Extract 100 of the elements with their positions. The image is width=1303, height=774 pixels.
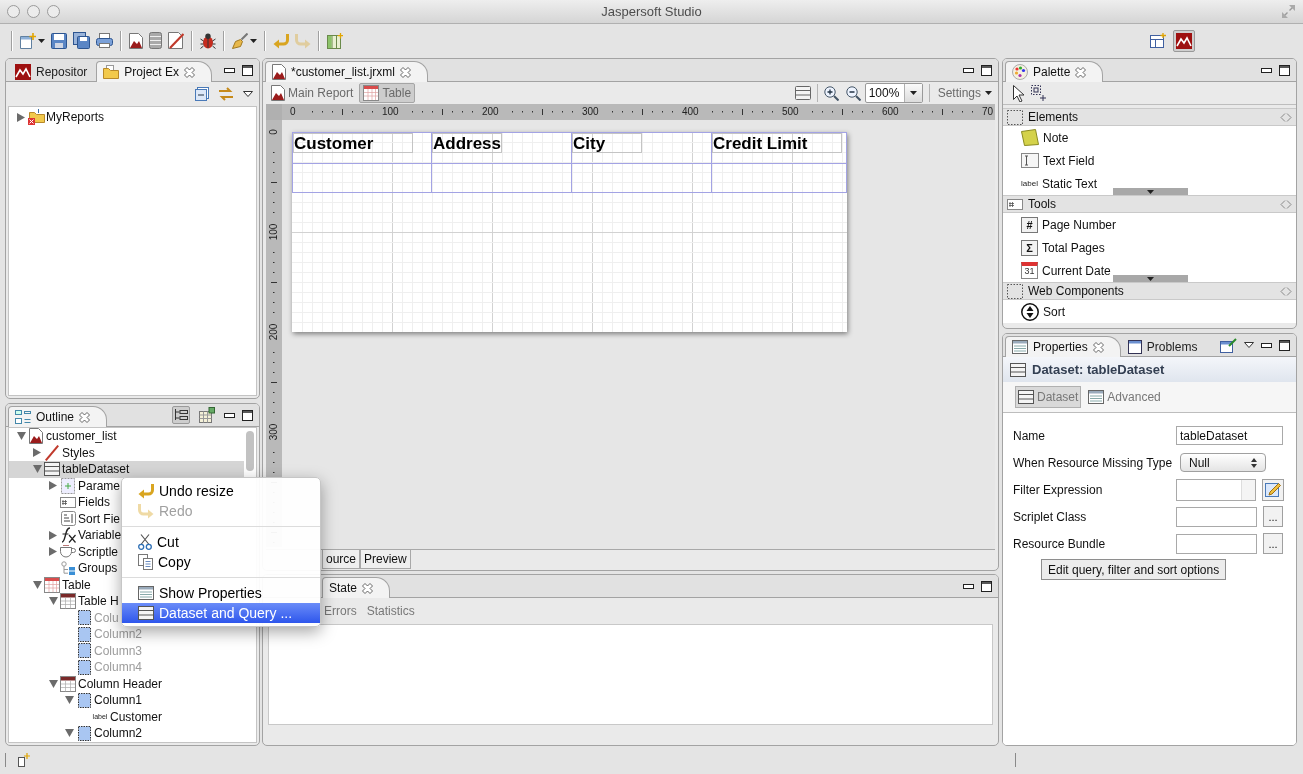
perspective-button[interactable] [1173,29,1195,52]
settings-button[interactable]: Settings [935,84,994,102]
filter-tab[interactable]: Statistics [364,602,417,620]
disclosure-triangle-icon[interactable] [49,481,57,491]
disclosure-triangle-icon[interactable] [48,597,58,606]
panel-tab[interactable]: Outline [8,406,108,427]
breadcrumb-button[interactable]: Main Report [267,83,358,103]
caret-icon[interactable] [38,38,45,43]
editor-tab[interactable]: Preview [360,550,411,569]
zoom-out-icon[interactable] [845,85,861,101]
report-file-icon[interactable] [129,32,143,49]
maximize-icon[interactable] [1279,339,1290,351]
tree-item[interactable]: Fields [48,494,110,511]
maximize-icon[interactable] [1279,64,1290,76]
static-text-field[interactable]: Customer [293,133,413,153]
pin-icon[interactable] [1220,337,1237,353]
panel-tab[interactable]: State [322,577,391,598]
tree-item[interactable]: Groups [48,560,118,577]
tree-item[interactable]: Column1 [64,692,143,709]
tree-item[interactable]: Table H [48,593,119,610]
pointer-icon[interactable] [1013,84,1024,102]
toggle-button[interactable] [172,406,190,424]
tree-item[interactable]: MyReports [16,109,104,126]
text-field[interactable] [1176,533,1257,554]
palette-item[interactable]: Note [1021,126,1069,149]
view-menu-icon[interactable] [1244,342,1254,348]
edit-expression-button[interactable] [1262,478,1284,501]
tree-item[interactable]: Column2 [64,725,143,742]
menu-item[interactable]: Cut [122,532,320,552]
panel-tab[interactable]: Project Ex [96,61,213,82]
menu-item[interactable]: Copy [122,552,320,572]
minimize-icon[interactable] [1261,67,1272,73]
palette-item[interactable]: Sort [1021,300,1065,323]
panel-tab[interactable]: Repositor [8,61,97,82]
disclosure-triangle-icon[interactable] [32,580,42,589]
panel-tab[interactable]: Properties [1005,336,1121,357]
browse-button[interactable]: ... [1263,533,1283,554]
database-icon[interactable] [149,32,162,49]
disclosure-triangle-icon[interactable] [16,432,26,441]
browse-button[interactable]: ... [1263,506,1283,527]
section-tab[interactable]: Advanced [1085,386,1164,408]
menu-item[interactable]: Show Properties [122,583,320,603]
minimize-icon[interactable] [224,412,235,418]
dropdown[interactable]: Null [1180,453,1266,472]
maximize-icon[interactable] [242,409,253,421]
menu-item[interactable]: Dataset and Query ... [122,603,320,623]
tree-item[interactable]: customer_list [16,428,117,445]
palette-item[interactable]: 31 Current Date [1021,259,1111,282]
minimize-icon[interactable] [963,67,974,73]
expression-field[interactable] [1176,478,1256,501]
maximize-icon[interactable] [981,64,992,76]
maximize-icon[interactable] [242,64,253,76]
palette-item[interactable]: Σ Total Pages [1021,236,1105,259]
disclosure-triangle-icon[interactable] [64,696,74,705]
tree-item[interactable]: Table [32,576,91,593]
new-file-icon[interactable] [20,32,36,49]
scrollbar-thumb[interactable] [246,431,254,471]
palette-category[interactable]: Elements [1003,108,1296,126]
scroll-down-button[interactable] [1113,188,1188,195]
collapse-all-icon[interactable] [195,87,209,101]
static-text-field[interactable]: City [572,133,642,153]
disclosure-triangle-icon[interactable] [48,679,58,688]
tree-item[interactable]: Scriptle [48,543,118,560]
scroll-down-button[interactable] [1113,275,1188,282]
caret-icon[interactable] [250,38,257,43]
tree-item[interactable]: Sort Fie [48,510,120,527]
disclosure-triangle-icon[interactable] [33,448,41,458]
dropdown-button[interactable] [903,84,922,102]
marquee-select-icon[interactable] [1030,85,1046,101]
disclosure-triangle-icon[interactable] [49,530,57,540]
zoom-in-icon[interactable] [823,85,839,101]
minimize-icon[interactable] [224,67,235,73]
filter-tab[interactable]: Errors [322,602,359,620]
minimize-icon[interactable] [963,583,974,589]
bands-icon[interactable] [794,86,811,100]
palette-category[interactable]: Web Components [1003,282,1296,300]
palette-item[interactable]: label Static Text [1021,172,1098,195]
perspective-button[interactable] [1147,30,1169,51]
tree-item[interactable]: Variable [48,527,122,544]
layout-icon[interactable] [327,32,343,49]
editor-tab[interactable]: ource [322,550,361,569]
minimize-icon[interactable] [1261,342,1272,348]
tree-item[interactable]: tableDataset [9,461,244,478]
maximize-icon[interactable] [981,580,992,592]
disclosure-triangle-icon[interactable] [49,547,57,557]
text-field[interactable]: tableDataset [1176,426,1283,445]
static-text-field[interactable]: Address [432,133,503,153]
panel-tab[interactable]: Problems [1120,336,1207,357]
palette-item[interactable]: Text Field [1021,149,1095,172]
breadcrumb-button[interactable]: Table [359,83,416,103]
palette-category[interactable]: Tools [1003,195,1296,213]
tree-item[interactable]: Column Header [48,675,163,692]
fast-view-icon[interactable] [18,753,30,767]
disclosure-triangle-icon[interactable] [17,112,25,122]
disclosure-triangle-icon[interactable] [64,729,74,738]
palette-item[interactable]: # Page Number [1021,213,1117,236]
view-menu-icon[interactable] [243,91,253,97]
zoom-combo[interactable]: 100% [864,83,923,103]
text-field[interactable] [1176,506,1257,527]
pencil-page-icon[interactable] [168,32,184,49]
